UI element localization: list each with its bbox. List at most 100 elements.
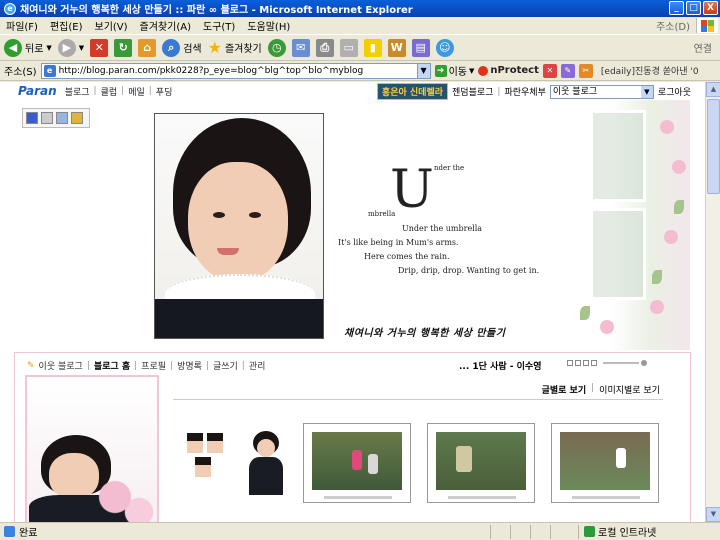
edit-icon[interactable]: ▭ [339,38,358,57]
refresh-icon[interactable]: ↻ [114,38,133,57]
news-ticker[interactable]: [edaily]진동경 쏟아낸 '0 [601,64,699,77]
blog-nav-admin[interactable]: 관리 [249,359,266,372]
photo-card[interactable] [427,423,535,503]
note-icon[interactable]: ▮ [363,38,382,57]
messenger-icon[interactable]: ☺ [435,38,454,57]
promo-banner[interactable]: 홍은아 신데렐라 [376,83,449,100]
next-icon[interactable] [591,360,597,366]
photo-thumbnails [187,423,659,503]
history-icon[interactable]: ◷ [267,38,286,57]
flower-shape [660,120,674,134]
scroll-thumb[interactable] [707,99,720,194]
clean-icon[interactable]: ✂ [578,63,593,78]
pause-icon[interactable] [583,360,589,366]
popup-block-icon[interactable]: ✕ [542,63,557,78]
page-done-icon [4,526,15,537]
volume-knob[interactable] [641,360,647,366]
mini-photo [195,457,211,477]
blog-nav-guestbook[interactable]: 방명록 [177,359,202,372]
neighbor-blog-select[interactable]: 이웃 블로그 ▼ [549,84,654,99]
tool-icon[interactable]: ✎ [560,63,575,78]
window-pane [590,208,646,300]
nav-divider: | [241,360,245,371]
photo-card[interactable] [551,423,659,503]
tab-image-view[interactable]: 이미지별로 보기 [599,383,660,396]
standing-child-photo [245,431,289,495]
prev-icon[interactable] [567,360,573,366]
poem-line: mbrella [368,210,396,218]
zone-label: 로컬 인트라넷 [598,528,657,539]
photo-image [436,432,526,490]
research-icon[interactable]: ▤ [411,38,430,57]
eye-shape [249,212,261,218]
minimize-button[interactable]: _ [669,1,684,15]
blog-nav-write[interactable]: 글쓰기 [213,359,238,372]
status-divider [550,525,551,539]
blog-nav-profile[interactable]: 프로필 [141,359,166,372]
photo-caption [324,496,392,499]
status-text: 완료 [19,528,38,539]
go-label: 이동 [448,67,467,78]
menu-view[interactable]: 보기(V) [95,18,128,33]
maximize-button[interactable]: □ [686,1,701,15]
poem-text: U nder the mbrella Under the umbrella It… [338,160,548,275]
photo-card[interactable] [303,423,411,503]
search-button[interactable]: ⌕ 검색 [162,38,202,57]
menu-bar: 파일(F) 편집(E) 보기(V) 즐겨찾기(A) 도구(T) 도움말(H) 주… [0,17,720,34]
blog-nav-home[interactable]: 블로그 홈 [94,359,130,372]
chevron-down-icon[interactable]: ▼ [416,63,430,78]
poem-initial: U [390,160,434,220]
scroll-down-icon[interactable]: ▼ [706,507,720,522]
connect-label[interactable]: 연결 [694,40,712,55]
decorative-window-image [560,100,690,350]
security-zone: 로컬 인트라넷 [584,524,656,539]
mail-icon[interactable]: ✉ [291,38,310,57]
link-random-blog[interactable]: 젠덤블로그 [452,85,493,98]
menu-file[interactable]: 파일(F) [6,18,38,33]
divider [173,399,663,400]
menu-tools[interactable]: 도구(T) [203,18,235,33]
print-icon[interactable]: ⎙ [315,38,334,57]
go-button[interactable]: ➜ 이동 ▼ [434,63,474,78]
url-field[interactable]: e http://blog.paran.com/pkk0228?p_eye=bl… [40,62,431,79]
word-icon[interactable]: W [387,38,406,57]
back-label: 뒤로 [25,44,44,55]
menu-favorites[interactable]: 즐겨찾기(A) [140,18,191,33]
tab-text-view[interactable]: 글별로 보기 [542,383,587,396]
toolbar: ◀ 뒤로 ▼ ▶ ▼ ✕ ↻ ⌂ ⌕ 검색 ★ 즐겨찾기 ◷ ✉ ⎙ ▭ ▮ W… [0,34,720,61]
nav-divider: | [134,360,138,371]
close-button[interactable]: X [703,1,718,15]
nav-divider: | [86,360,90,371]
nprotect-button[interactable]: nProtect [478,65,539,76]
folder-icon[interactable] [71,112,83,124]
child-figure [352,450,362,470]
stop-icon[interactable]: ✕ [90,38,109,57]
back-button[interactable]: ◀ 뒤로 ▼ [4,38,52,57]
nav-blog[interactable]: 블로그 [65,85,90,98]
nav-pudding[interactable]: 푸딩 [156,85,173,98]
volume-track[interactable] [603,362,639,364]
star-icon: ★ [207,38,222,57]
menu-edit[interactable]: 편집(E) [50,18,83,33]
print-icon[interactable] [41,112,53,124]
nprotect-icon [478,65,489,76]
thumbnail-collage[interactable] [187,423,289,503]
menu-help[interactable]: 도움말(H) [247,18,290,33]
save-icon[interactable] [26,112,38,124]
nav-mail[interactable]: 메일 [128,85,145,98]
vertical-scrollbar[interactable]: ▲ ▼ [705,82,720,522]
mail-icon[interactable] [56,112,68,124]
nav-club[interactable]: 클럽 [101,85,118,98]
blog-nav-neighbor[interactable]: 이웃 블로그 [39,359,83,372]
forward-button[interactable]: ▶ ▼ [57,38,84,57]
logout-link[interactable]: 로그아웃 [658,85,691,98]
play-icon[interactable] [575,360,581,366]
home-icon[interactable]: ⌂ [138,38,157,57]
scroll-up-icon[interactable]: ▲ [706,82,720,97]
favorites-button[interactable]: ★ 즐겨찾기 [208,38,262,57]
nav-divider: | [148,86,152,96]
paran-logo[interactable]: Paran [18,84,57,98]
status-divider [490,525,491,539]
link-postman[interactable]: 파란우체부 [504,85,545,98]
address-shortcut-label: 주소(D) [656,22,690,33]
